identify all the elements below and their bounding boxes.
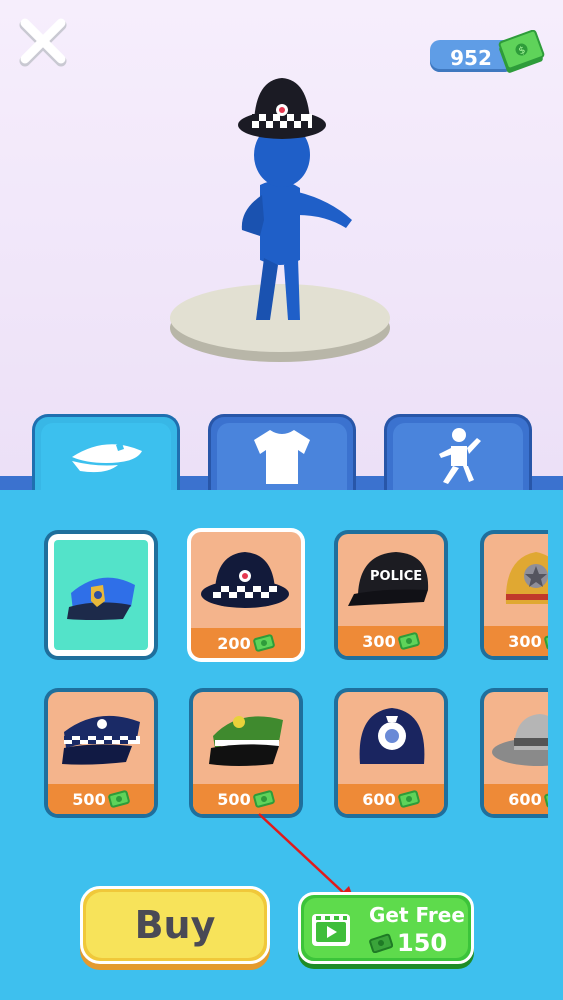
item-yellow-star-helmet[interactable]: 300 — [480, 530, 548, 660]
cash-stack-icon: $ — [498, 30, 545, 73]
tab-shirts[interactable] — [208, 414, 356, 494]
character-model — [170, 78, 390, 362]
dance-pose-icon — [439, 427, 481, 484]
price-bar: 200 — [191, 628, 301, 658]
item-grid: 200 POLICE 300 300 500 500 600 600 — [0, 490, 548, 830]
item-price: 600 — [362, 789, 396, 809]
hat-police-text: POLICE — [370, 569, 422, 584]
blue-police-cap-icon — [67, 577, 135, 620]
close-button[interactable] — [14, 14, 72, 72]
item-checkered-bowler-hat[interactable]: 200 — [187, 528, 305, 662]
navy-checkered-cap-icon — [62, 715, 140, 765]
get-free-button[interactable]: Get Free 150 — [298, 892, 474, 964]
cash-icon — [252, 790, 275, 808]
tab-dances[interactable] — [384, 414, 532, 494]
police-baseball-cap-icon: POLICE — [348, 552, 429, 606]
tab-hats[interactable] — [32, 414, 180, 494]
item-price: 600 — [508, 789, 542, 809]
item-green-officer-cap[interactable]: 500 — [189, 688, 303, 818]
yellow-star-helmet-icon — [505, 552, 548, 604]
close-icon — [19, 18, 67, 67]
price-bar: 300 — [484, 626, 548, 656]
tshirt-icon — [254, 429, 310, 484]
currency-amount: 952 — [450, 46, 492, 70]
item-price: 500 — [72, 789, 106, 809]
cash-icon — [397, 790, 420, 808]
custodian-helmet-icon — [359, 708, 425, 764]
item-price: 200 — [217, 633, 251, 653]
item-price: 300 — [362, 631, 396, 651]
item-grey-fedora[interactable]: 600 — [480, 688, 548, 818]
video-ad-icon — [312, 914, 350, 946]
green-officer-cap-icon — [209, 716, 283, 766]
price-bar: 600 — [484, 784, 548, 814]
currency-display: 952 $ — [430, 30, 545, 76]
cash-icon — [397, 632, 420, 650]
item-police-baseball-cap[interactable]: POLICE 300 — [334, 530, 448, 660]
cash-icon — [369, 933, 393, 953]
police-cap-icon — [72, 442, 142, 472]
price-bar: 500 — [48, 784, 154, 814]
price-bar: 300 — [338, 626, 444, 656]
cash-icon — [107, 790, 130, 808]
grey-fedora-icon — [492, 714, 548, 766]
item-blue-police-cap[interactable] — [44, 530, 158, 660]
get-free-label: Get Free — [369, 903, 465, 927]
cash-icon — [252, 634, 275, 652]
item-price: 500 — [217, 789, 251, 809]
cash-icon — [543, 790, 548, 808]
get-free-amount: 150 — [397, 929, 448, 957]
checkered-bowler-hat-icon — [201, 552, 289, 608]
item-navy-checkered-cap[interactable]: 500 — [44, 688, 158, 818]
item-price: 300 — [508, 631, 542, 651]
buy-button[interactable]: Buy — [80, 886, 270, 964]
item-custodian-helmet[interactable]: 600 — [334, 688, 448, 818]
cash-icon — [543, 632, 548, 650]
buy-label: Buy — [134, 903, 216, 947]
